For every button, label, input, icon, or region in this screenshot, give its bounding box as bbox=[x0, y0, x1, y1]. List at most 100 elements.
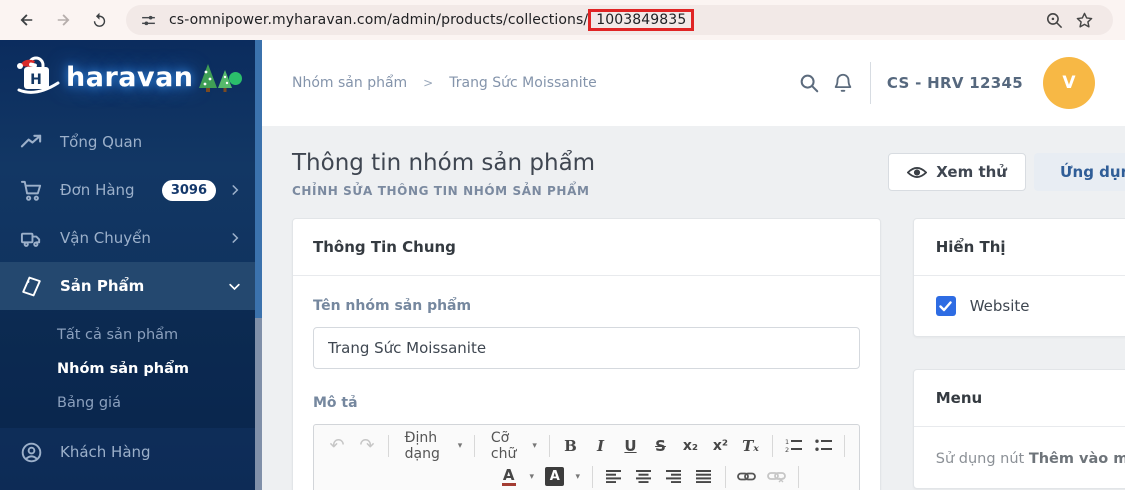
breadcrumb-parent-link[interactable]: Nhóm sản phẩm bbox=[292, 75, 407, 91]
page-zoom-icon[interactable] bbox=[1039, 5, 1069, 35]
browser-forward-button[interactable] bbox=[48, 5, 78, 35]
notification-bell-icon[interactable] bbox=[826, 66, 860, 100]
search-icon[interactable] bbox=[792, 66, 826, 100]
sidebar-item-label: Sản Phẩm bbox=[60, 277, 145, 295]
reload-icon bbox=[93, 12, 105, 27]
breadcrumb-current: Trang Sức Moissanite bbox=[449, 75, 597, 91]
tag-icon bbox=[20, 274, 44, 298]
sidebar-item-tong-quan[interactable]: Tổng Quan bbox=[0, 118, 262, 166]
preview-button-label: Xem thử bbox=[936, 163, 1007, 181]
orders-count-badge: 3096 bbox=[161, 179, 216, 201]
chevron-right-icon bbox=[228, 183, 242, 197]
chevron-right-icon bbox=[228, 231, 242, 245]
menu-hint-bold: Thêm vào menu bbox=[1028, 451, 1125, 467]
rich-text-editor[interactable]: ↶ ↷ Định dạng ▾ Cỡ chữ ▾ B I U S x₂ x² T… bbox=[313, 424, 860, 490]
subscript-icon[interactable]: x₂ bbox=[676, 432, 706, 459]
eye-icon bbox=[907, 166, 928, 178]
strikethrough-icon[interactable]: S bbox=[646, 432, 676, 459]
bullet-list-icon[interactable] bbox=[808, 432, 838, 459]
sidebar-scrollbar[interactable] bbox=[255, 40, 262, 490]
brand-wordmark: haravan bbox=[66, 61, 194, 93]
top-header: Nhóm sản phẩm > Trang Sức Moissanite CS … bbox=[262, 40, 1125, 126]
font-size-dropdown-label: Cỡ chữ bbox=[490, 429, 517, 462]
forward-arrow-icon bbox=[57, 14, 70, 26]
website-checkbox[interactable] bbox=[935, 296, 956, 316]
caret-down-icon: ▾ bbox=[532, 440, 537, 451]
sidebar-item-label: Khách Hàng bbox=[60, 443, 151, 461]
format-dropdown[interactable]: Định dạng ▾ bbox=[395, 429, 469, 462]
align-center-icon[interactable] bbox=[629, 463, 659, 490]
align-justify-icon[interactable] bbox=[689, 463, 719, 490]
account-name[interactable]: CS - HRV 12345 bbox=[887, 74, 1023, 92]
bookmark-star-icon[interactable] bbox=[1069, 5, 1099, 35]
browser-reload-button[interactable] bbox=[84, 5, 114, 35]
url-text: cs-omnipower.myharavan.com/admin/product… bbox=[169, 9, 695, 31]
visibility-card-title: Hiển Thị bbox=[913, 219, 1125, 276]
format-dropdown-label: Định dạng bbox=[404, 429, 440, 462]
align-right-icon[interactable] bbox=[659, 463, 689, 490]
insert-link-icon[interactable] bbox=[732, 463, 762, 490]
page-title: Thông tin nhóm sản phẩm bbox=[292, 150, 596, 176]
back-arrow-icon bbox=[20, 14, 33, 26]
general-card-title: Thông Tin Chung bbox=[293, 219, 880, 276]
visibility-card: Hiển Thị Website bbox=[912, 218, 1125, 337]
caret-down-icon: ▾ bbox=[529, 471, 534, 482]
browser-back-button[interactable] bbox=[12, 5, 42, 35]
san-pham-submenu: Tất cả sản phẩm Nhóm sản phẩm Bảng giá bbox=[0, 310, 262, 428]
background-color-icon[interactable]: A bbox=[540, 463, 570, 490]
remove-link-icon[interactable] bbox=[762, 463, 792, 490]
sidebar: H haravan Tổng Quan Đơn Hàng 3096 Vận Ch… bbox=[0, 40, 262, 490]
bold-icon[interactable]: B bbox=[556, 432, 586, 459]
apps-button[interactable]: Ứng dụng bbox=[1033, 153, 1125, 191]
website-checkbox-label: Website bbox=[969, 297, 1030, 315]
text-color-caret[interactable]: ▾ bbox=[524, 463, 540, 490]
italic-icon[interactable]: I bbox=[586, 432, 616, 459]
general-info-card: Thông Tin Chung Tên nhóm sản phẩm Mô tả … bbox=[292, 218, 881, 490]
online-status-dot bbox=[229, 72, 242, 85]
submenu-label: Tất cả sản phẩm bbox=[57, 327, 179, 343]
truck-icon bbox=[20, 226, 44, 250]
redo-icon[interactable]: ↷ bbox=[352, 432, 382, 459]
sidebar-item-san-pham[interactable]: Sản Phẩm bbox=[0, 262, 262, 310]
browser-toolbar: cs-omnipower.myharavan.com/admin/product… bbox=[0, 0, 1125, 40]
svg-text:H: H bbox=[30, 72, 42, 88]
submenu-item-tat-ca-san-pham[interactable]: Tất cả sản phẩm bbox=[0, 318, 262, 352]
address-bar[interactable]: cs-omnipower.myharavan.com/admin/product… bbox=[126, 5, 1113, 35]
editor-toolbar-row-2: A ▾ A ▾ bbox=[322, 461, 851, 490]
chevron-down-icon bbox=[227, 279, 242, 294]
underline-icon[interactable]: U bbox=[616, 432, 646, 459]
align-left-icon[interactable] bbox=[599, 463, 629, 490]
avatar[interactable]: V bbox=[1043, 57, 1095, 109]
background-color-caret[interactable]: ▾ bbox=[570, 463, 586, 490]
caret-down-icon: ▾ bbox=[575, 471, 580, 482]
sidebar-item-label: Tổng Quan bbox=[60, 133, 143, 151]
svg-text:2: 2 bbox=[785, 446, 789, 453]
text-color-icon[interactable]: A bbox=[494, 463, 524, 490]
sidebar-item-quan-ly-ton-kho[interactable]: Quản Lý Tồn Kho bbox=[0, 476, 262, 490]
cart-icon bbox=[20, 178, 44, 202]
site-info-icon[interactable] bbox=[140, 12, 157, 29]
sidebar-item-khach-hang[interactable]: Khách Hàng bbox=[0, 428, 262, 476]
trending-chart-icon bbox=[20, 130, 44, 154]
haravan-logo[interactable]: H haravan bbox=[0, 40, 262, 114]
preview-button[interactable]: Xem thử bbox=[888, 153, 1026, 191]
sidebar-item-don-hang[interactable]: Đơn Hàng 3096 bbox=[0, 166, 262, 214]
sidebar-item-label: Vận Chuyển bbox=[60, 229, 151, 247]
menu-hint-text: Sử dụng nút Thêm vào menu bbox=[936, 447, 1125, 472]
undo-icon[interactable]: ↶ bbox=[322, 432, 352, 459]
customer-icon bbox=[20, 440, 44, 464]
remove-format-icon[interactable]: Tₓ bbox=[736, 432, 766, 459]
collection-name-input[interactable] bbox=[313, 327, 860, 369]
submenu-item-nhom-san-pham[interactable]: Nhóm sản phẩm bbox=[0, 352, 262, 386]
superscript-icon[interactable]: x² bbox=[706, 432, 736, 459]
menu-hint-prefix: Sử dụng nút bbox=[935, 451, 1029, 467]
submenu-item-bang-gia[interactable]: Bảng giá bbox=[0, 386, 262, 420]
ordered-list-icon[interactable]: 12 bbox=[778, 432, 808, 459]
page-subtitle: CHỈNH SỬA THÔNG TIN NHÓM SẢN PHẨM bbox=[292, 184, 590, 198]
sidebar-item-van-chuyen[interactable]: Vận Chuyển bbox=[0, 214, 262, 262]
sidebar-scrollbar-thumb[interactable] bbox=[255, 40, 262, 318]
text-color-letter: A bbox=[501, 467, 516, 487]
header-divider bbox=[869, 62, 871, 104]
font-size-dropdown[interactable]: Cỡ chữ ▾ bbox=[481, 429, 543, 462]
bg-color-letter: A bbox=[545, 467, 565, 486]
